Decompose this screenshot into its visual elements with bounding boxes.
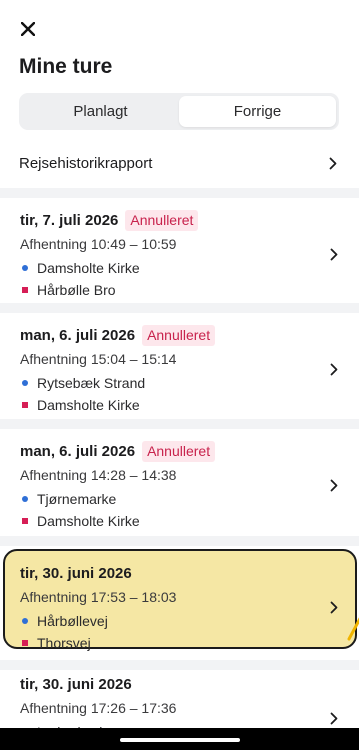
pickup-window: Afhentning 17:53 – 18:03 xyxy=(20,589,177,605)
tab-previous[interactable]: Forrige xyxy=(179,96,336,127)
chevron-right-icon xyxy=(327,600,341,614)
trip-card[interactable]: man, 6. juli 2026 Annulleret Afhentning … xyxy=(0,312,359,428)
section-divider xyxy=(0,536,359,546)
chevron-right-icon xyxy=(326,156,340,170)
origin-dot-icon xyxy=(22,617,28,624)
destination-square-icon xyxy=(22,517,28,524)
warning-triangle-icon xyxy=(347,617,359,641)
destination-square-icon xyxy=(22,286,28,293)
pickup-window: Afhentning 10:49 – 10:59 xyxy=(20,236,177,252)
trip-date: man, 6. juli 2026 xyxy=(20,442,136,460)
travel-history-report-row[interactable]: Rejsehistorikrapport xyxy=(0,142,359,184)
trip-date: tir, 7. juli 2026 xyxy=(20,211,119,229)
destination-stop: Hårbølle Bro xyxy=(37,281,116,298)
origin-stop: Rytsebæk Strand xyxy=(37,374,146,391)
trip-card-highlighted[interactable]: tir, 30. juni 2026 Afhentning 17:53 – 18… xyxy=(0,550,359,666)
destination-stop: Damsholte Kirke xyxy=(37,396,140,413)
my-trips-screen: Mine ture Planlagt Forrige Rejsehistorik… xyxy=(0,0,359,750)
origin-dot-icon xyxy=(22,379,28,386)
pickup-window: Afhentning 14:28 – 14:38 xyxy=(20,467,177,483)
destination-stop: Thorsvej xyxy=(37,634,91,651)
chevron-right-icon xyxy=(327,711,341,725)
tab-planned[interactable]: Planlagt xyxy=(22,96,179,127)
trip-date: tir, 30. juni 2026 xyxy=(20,675,132,693)
status-badge: Annulleret xyxy=(142,440,216,462)
trip-card[interactable]: man, 6. juli 2026 Annulleret Afhentning … xyxy=(0,428,359,544)
destination-square-icon xyxy=(22,639,28,646)
close-icon xyxy=(21,22,35,36)
system-navigation-bar xyxy=(0,728,359,750)
pickup-window: Afhentning 17:26 – 17:36 xyxy=(20,700,177,716)
trip-tabs: Planlagt Forrige xyxy=(19,93,339,130)
origin-stop: Tjørnemarke xyxy=(37,490,117,507)
page-title: Mine ture xyxy=(19,55,113,78)
trip-date: tir, 30. juni 2026 xyxy=(20,564,132,582)
destination-square-icon xyxy=(22,401,28,408)
status-badge: Annulleret xyxy=(142,324,216,346)
trip-card[interactable]: tir, 7. juli 2026 Annulleret Afhentning … xyxy=(0,197,359,313)
chevron-right-icon xyxy=(327,247,341,261)
status-badge: Annulleret xyxy=(125,209,199,231)
origin-stop: Damsholte Kirke xyxy=(37,259,140,276)
report-label: Rejsehistorikrapport xyxy=(19,154,153,172)
destination-stop: Damsholte Kirke xyxy=(37,512,140,529)
trip-date: man, 6. juli 2026 xyxy=(20,326,136,344)
origin-dot-icon xyxy=(22,264,28,271)
chevron-right-icon xyxy=(327,478,341,492)
home-indicator[interactable] xyxy=(119,738,240,742)
origin-dot-icon xyxy=(22,495,28,502)
pickup-window: Afhentning 15:04 – 15:14 xyxy=(20,351,177,367)
close-button[interactable] xyxy=(17,18,39,40)
origin-stop: Hårbøllevej xyxy=(37,612,108,629)
chevron-right-icon xyxy=(327,362,341,376)
